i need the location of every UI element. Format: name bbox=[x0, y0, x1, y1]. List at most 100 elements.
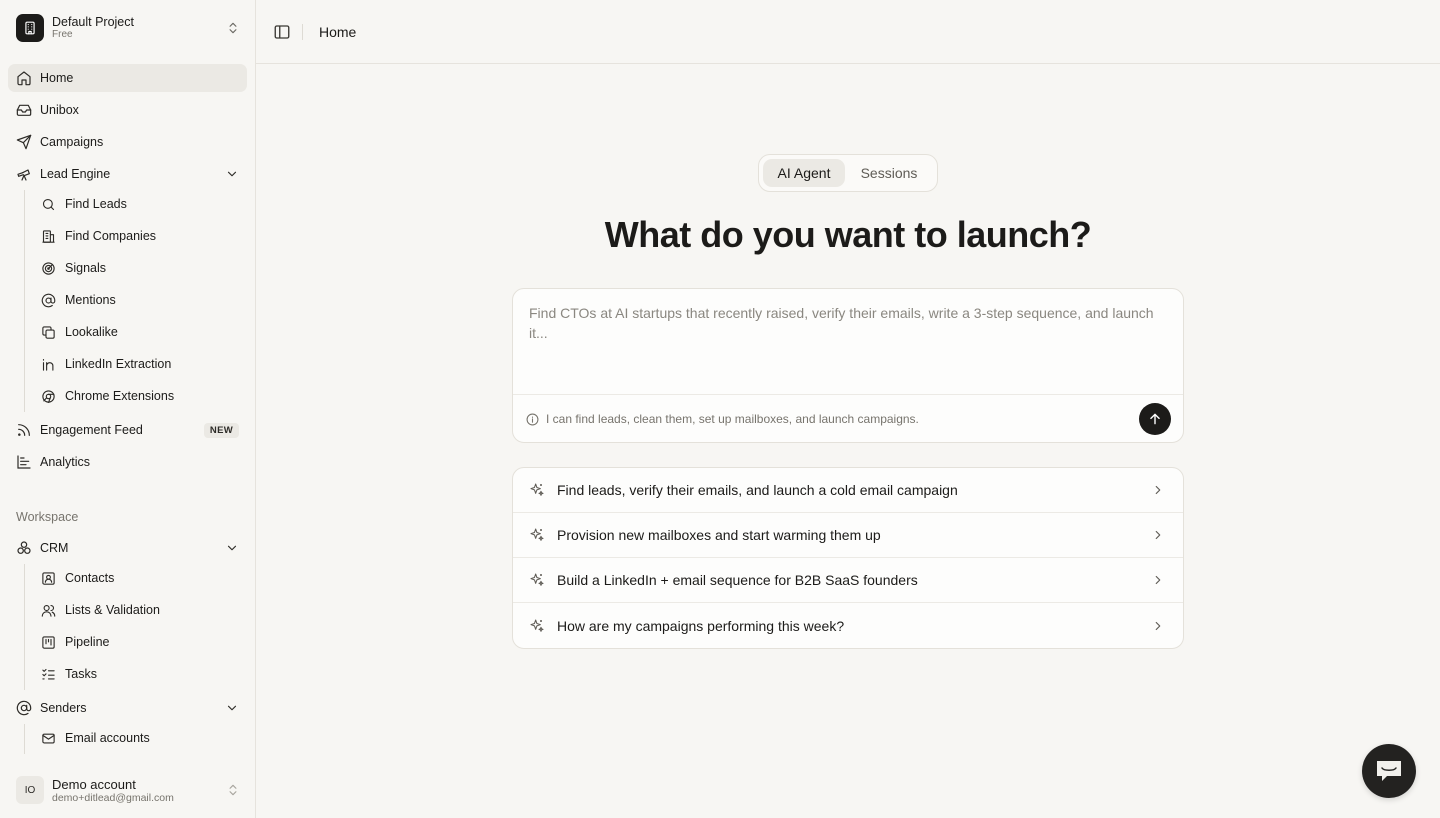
prompt-box: I can find leads, clean them, set up mai… bbox=[512, 288, 1184, 443]
divider bbox=[302, 23, 303, 40]
arrow-up-icon bbox=[1150, 413, 1160, 425]
sparkles-icon bbox=[529, 618, 545, 634]
chevron-right-icon bbox=[1151, 483, 1165, 497]
new-badge: NEW bbox=[203, 422, 239, 438]
at-sign-icon bbox=[41, 293, 56, 308]
sidebar-item-tasks[interactable]: Tasks bbox=[33, 660, 213, 688]
radar-icon bbox=[41, 261, 56, 276]
sidebar-item-home[interactable]: Home bbox=[8, 64, 247, 92]
sidebar-item-label: Find Companies bbox=[65, 229, 157, 243]
account-email: demo+ditlead@gmail.com bbox=[52, 791, 174, 804]
suggestion-item[interactable]: How are my campaigns performing this wee… bbox=[513, 603, 1183, 648]
sidebar-item-senders[interactable]: Senders bbox=[8, 694, 247, 722]
sidebar-item-signals[interactable]: Signals bbox=[33, 254, 213, 282]
sidebar-toggle-icon[interactable] bbox=[273, 23, 291, 41]
sidebar-item-engagement-feed[interactable]: Engagement Feed NEW bbox=[8, 416, 247, 444]
sidebar-item-crm[interactable]: CRM bbox=[8, 534, 247, 562]
sidebar-item-campaigns[interactable]: Campaigns bbox=[8, 128, 247, 156]
mode-tabs: AI Agent Sessions bbox=[758, 154, 938, 192]
chevron-right-icon bbox=[1151, 528, 1165, 542]
search-icon bbox=[41, 197, 56, 212]
info-icon bbox=[526, 413, 539, 426]
tree-line bbox=[24, 190, 25, 412]
sidebar-item-label: Campaigns bbox=[40, 135, 104, 149]
telescope-icon bbox=[16, 166, 32, 182]
users-icon bbox=[41, 603, 56, 618]
topbar: Home bbox=[256, 0, 1440, 64]
sidebar-item-label: Unibox bbox=[40, 103, 79, 117]
tree-line bbox=[24, 564, 25, 690]
suggestion-item[interactable]: Find leads, verify their emails, and lau… bbox=[513, 468, 1183, 513]
sidebar-item-find-companies[interactable]: Find Companies bbox=[33, 222, 213, 250]
suggestion-text: Build a LinkedIn + email sequence for B2… bbox=[557, 572, 918, 588]
sidebar-item-unibox[interactable]: Unibox bbox=[8, 96, 247, 124]
inbox-icon bbox=[16, 102, 32, 118]
sidebar-item-label: Senders bbox=[40, 701, 87, 715]
chat-bubble-icon bbox=[1377, 761, 1401, 781]
chart-icon bbox=[16, 454, 32, 470]
home-icon bbox=[16, 70, 32, 86]
sidebar-item-linkedin-extraction[interactable]: LinkedIn Extraction bbox=[33, 350, 213, 378]
sidebar-item-label: Find Leads bbox=[65, 197, 127, 211]
prompt-input[interactable] bbox=[529, 303, 1165, 383]
sidebar-item-lists-validation[interactable]: Lists & Validation bbox=[33, 596, 213, 624]
sidebar: Default Project Free Home Unibox Campaig… bbox=[0, 0, 256, 818]
sidebar-item-label: LinkedIn Extraction bbox=[65, 357, 172, 371]
workspace-label: Workspace bbox=[16, 510, 79, 524]
chevrons-up-down-icon bbox=[226, 783, 240, 797]
suggestion-item[interactable]: Build a LinkedIn + email sequence for B2… bbox=[513, 558, 1183, 603]
sidebar-item-lead-engine[interactable]: Lead Engine bbox=[8, 160, 247, 188]
linkedin-icon bbox=[41, 357, 56, 372]
sidebar-item-pipeline[interactable]: Pipeline bbox=[33, 628, 213, 656]
send-button[interactable] bbox=[1139, 403, 1171, 435]
account-name: Demo account bbox=[52, 776, 136, 792]
project-plan: Free bbox=[52, 29, 73, 40]
send-icon bbox=[16, 134, 32, 150]
sidebar-item-lookalike[interactable]: Lookalike bbox=[33, 318, 213, 346]
suggestion-item[interactable]: Provision new mailboxes and start warmin… bbox=[513, 513, 1183, 558]
page-title: What do you want to launch? bbox=[604, 214, 1092, 255]
sidebar-item-mentions[interactable]: Mentions bbox=[33, 286, 213, 314]
chevron-down-icon[interactable] bbox=[225, 701, 239, 715]
sidebar-item-label: Chrome Extensions bbox=[65, 389, 175, 403]
sidebar-item-chrome-extensions[interactable]: Chrome Extensions bbox=[33, 382, 213, 410]
chevron-down-icon[interactable] bbox=[225, 167, 239, 181]
sidebar-item-label: Engagement Feed bbox=[40, 423, 143, 437]
kanban-icon bbox=[41, 635, 56, 650]
sidebar-item-label: Home bbox=[40, 71, 74, 85]
chat-widget-button[interactable] bbox=[1362, 744, 1416, 798]
sidebar-item-label: Pipeline bbox=[65, 635, 110, 649]
chevron-right-icon bbox=[1151, 619, 1165, 633]
chevron-right-icon bbox=[1151, 573, 1165, 587]
project-switcher[interactable]: Default Project Free bbox=[16, 14, 240, 42]
sidebar-item-email-accounts[interactable]: Email accounts bbox=[33, 724, 213, 752]
contact-icon bbox=[41, 571, 56, 586]
sidebar-item-label: CRM bbox=[40, 541, 69, 555]
suggestion-text: How are my campaigns performing this wee… bbox=[557, 617, 845, 634]
chevron-down-icon[interactable] bbox=[225, 541, 239, 555]
project-logo-icon bbox=[16, 14, 44, 42]
at-sign-icon bbox=[16, 700, 32, 716]
project-name: Default Project bbox=[52, 15, 134, 29]
boxes-icon bbox=[16, 540, 32, 556]
sidebar-item-find-leads[interactable]: Find Leads bbox=[33, 190, 213, 218]
sidebar-item-contacts[interactable]: Contacts bbox=[33, 564, 213, 592]
sidebar-item-label: Email accounts bbox=[65, 731, 150, 745]
sparkles-icon bbox=[529, 572, 545, 588]
sidebar-item-label: Lists & Validation bbox=[65, 603, 160, 617]
chrome-icon bbox=[41, 389, 56, 404]
sidebar-item-analytics[interactable]: Analytics bbox=[8, 448, 247, 476]
account-switcher[interactable]: IO Demo account demo+ditlead@gmail.com bbox=[16, 776, 240, 804]
tab-ai-agent[interactable]: AI Agent bbox=[763, 159, 845, 187]
sidebar-item-label: Tasks bbox=[65, 667, 97, 681]
sparkles-icon bbox=[529, 482, 545, 498]
sidebar-item-label: Mentions bbox=[65, 293, 116, 307]
prompt-footer: I can find leads, clean them, set up mai… bbox=[513, 394, 1183, 443]
suggestion-text: Provision new mailboxes and start warmin… bbox=[557, 527, 881, 543]
breadcrumb: Home bbox=[319, 23, 357, 40]
tab-sessions[interactable]: Sessions bbox=[845, 159, 933, 187]
list-checks-icon bbox=[41, 667, 56, 682]
mail-icon bbox=[41, 731, 56, 746]
avatar: IO bbox=[16, 776, 44, 804]
suggestion-text: Find leads, verify their emails, and lau… bbox=[557, 482, 958, 498]
